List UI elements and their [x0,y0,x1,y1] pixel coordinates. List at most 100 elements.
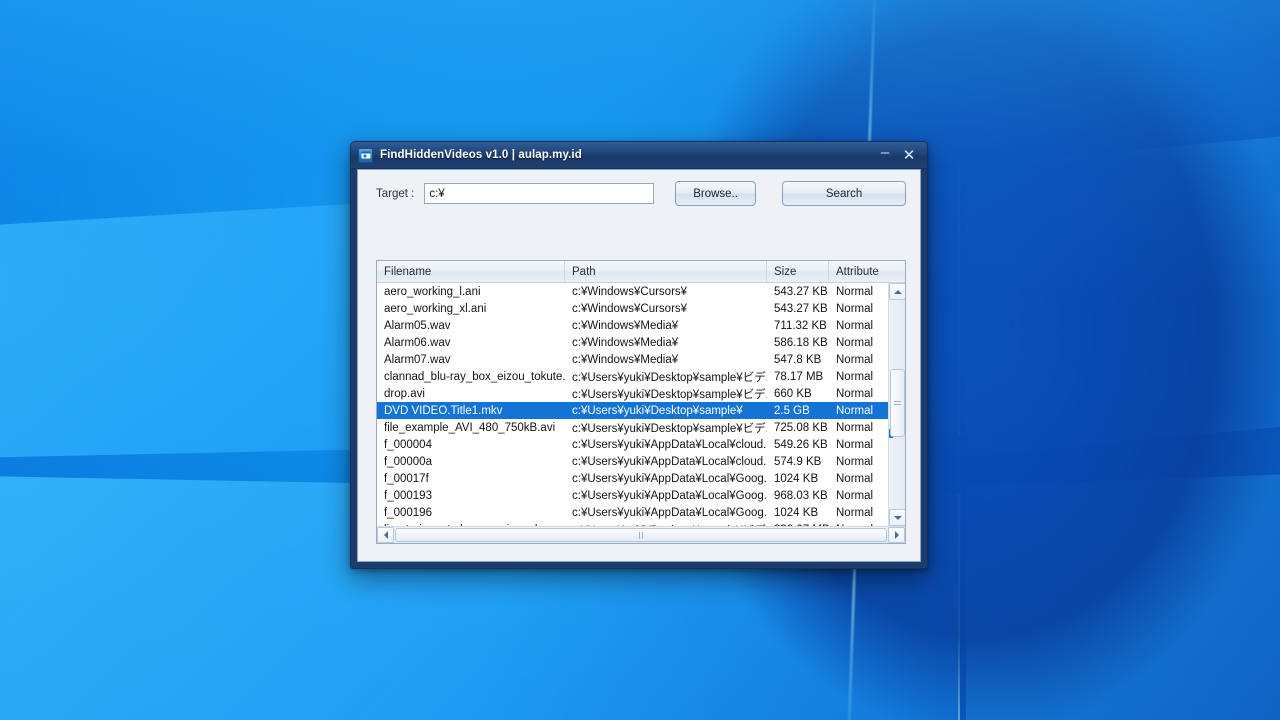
table-row[interactable]: f_000004 c:¥Users¥yuki¥AppData¥Local¥clou… [377,436,888,453]
cell-attribute: Normal [836,472,874,485]
cell-filename: aero_working_xl.ani [384,302,487,315]
cell-attribute: Normal [836,506,874,519]
window-title: FindHiddenVideos v1.0 | aulap.my.id [380,149,582,161]
listview-header: Filename Path Size Attribute [377,261,905,283]
table-row[interactable]: f_000196 c:¥Users¥yuki¥AppData¥Local¥Goog… [377,504,888,521]
column-header-path[interactable]: Path [565,261,767,282]
cell-path: c:¥Windows¥Cursors¥ [572,302,688,315]
column-header-filename[interactable]: Filename [377,261,565,282]
app-window-icon [358,147,373,163]
target-input[interactable] [424,183,654,204]
table-row[interactable]: drop.avi c:¥Users¥yuki¥Desktop¥sample¥ビデ.… [377,385,888,402]
cell-size: 543.27 KB [774,302,828,315]
scroll-down-arrow-icon[interactable] [889,509,905,526]
cell-path: c:¥Windows¥Media¥ [572,319,679,332]
table-row[interactable]: aero_working_l.ani c:¥Windows¥Cursors¥ 543… [377,283,888,300]
cell-attribute: Normal [836,353,874,366]
cell-attribute: Normal [836,387,874,400]
table-row[interactable]: f_00000a c:¥Users¥yuki¥AppData¥Local¥clou… [377,453,888,470]
desktop: FindHiddenVideos v1.0 | aulap.my.id – ✕ … [0,0,1280,720]
cell-filename: f_000196 [384,506,432,519]
horizontal-scrollbar-thumb[interactable] [395,528,887,542]
cell-size: 574.9 KB [774,455,822,468]
scrollbar-grip-icon [894,400,901,406]
table-row[interactable]: Alarm05.wav c:¥Windows¥Media¥ 711.32 KB Nor… [377,317,888,334]
table-row[interactable]: DVD VIDEO.Title1.mkv c:¥Users¥yuki¥Deskto… [377,402,888,419]
table-row[interactable]: aero_working_xl.ani c:¥Windows¥Cursors¥ 54… [377,300,888,317]
minimize-button[interactable]: – [874,145,896,165]
window-client-area: Target : Browse.. Search Filename Path S… [357,169,921,562]
cell-filename: file_example_AVI_480_750kB.avi [384,421,556,434]
cell-path: c:¥Windows¥Media¥ [572,353,679,366]
search-button[interactable]: Search [782,181,907,206]
scroll-left-arrow-icon[interactable] [377,527,394,543]
cell-path: c:¥Users¥yuki¥AppData¥Local¥Goog... [572,472,767,485]
cell-filename: f_000004 [384,438,432,451]
table-row[interactable]: Alarm06.wav c:¥Windows¥Media¥ 586.18 KB Nor… [377,334,888,351]
column-header-size[interactable]: Size [767,261,829,282]
cell-path: c:¥Users¥yuki¥AppData¥Local¥Goog... [572,506,767,519]
cell-attribute: Normal [836,438,874,451]
table-row[interactable]: f_00017f c:¥Users¥yuki¥AppData¥Local¥Goog… [377,470,888,487]
cell-path: c:¥Users¥yuki¥AppData¥Local¥cloud... [572,438,767,451]
cell-size: 1024 KB [774,472,819,485]
cell-filename: f_00017f [384,472,429,485]
target-label: Target : [376,187,415,200]
horizontal-scrollbar[interactable] [377,526,905,543]
cell-path: c:¥Users¥yuki¥Desktop¥sample¥ビデ... [572,388,767,401]
cell-attribute: Normal [836,421,874,434]
table-row[interactable]: Alarm07.wav c:¥Windows¥Media¥ 547.8 KB Norm… [377,351,888,368]
cell-size: 549.26 KB [774,438,828,451]
table-row[interactable]: clannad_blu-ray_box_eizou_tokute... c:¥Us… [377,368,888,385]
search-form: Target : Browse.. Search [358,170,920,217]
scroll-up-arrow-icon[interactable] [889,283,905,300]
cell-filename: drop.avi [384,387,425,400]
results-listview[interactable]: Filename Path Size Attribute aero_workin… [376,260,906,544]
cell-size: 968.03 KB [774,489,828,502]
scrollbar-grip-icon [638,531,644,539]
table-row[interactable]: f_000193 c:¥Users¥yuki¥AppData¥Local¥Goog… [377,487,888,504]
close-button[interactable]: ✕ [898,145,920,165]
browse-button[interactable]: Browse.. [674,181,757,206]
cell-attribute: Normal [836,455,874,468]
cell-attribute: Normal [836,489,874,502]
cell-filename: Alarm07.wav [384,353,451,366]
cell-size: 547.8 KB [774,353,822,366]
cell-attribute: Normal [836,404,874,417]
cell-filename: aero_working_l.ani [384,285,481,298]
cell-attribute: Normal [836,302,874,315]
cell-size: 725.08 KB [774,421,828,434]
vertical-scrollbar-thumb[interactable] [890,369,905,437]
cell-size: 78.17 MB [774,370,824,383]
cell-path: c:¥Users¥yuki¥Desktop¥sample¥ビデ... [572,371,767,384]
cell-attribute: Normal [836,336,874,349]
cell-path: c:¥Users¥yuki¥Desktop¥sample¥ビデ... [572,422,767,435]
cell-path: c:¥Windows¥Media¥ [572,336,679,349]
window-controls: – ✕ [874,145,923,165]
application-window: FindHiddenVideos v1.0 | aulap.my.id – ✕ … [350,141,928,569]
cell-attribute: Normal [836,370,874,383]
cell-attribute: Normal [836,319,874,332]
cell-size: 660 KB [774,387,812,400]
cell-size: 543.27 KB [774,285,828,298]
cell-filename: f_000193 [384,489,432,502]
cell-size: 2.5 GB [774,404,810,417]
vertical-scrollbar[interactable] [888,283,905,526]
cell-path: c:¥Windows¥Cursors¥ [572,285,688,298]
cell-filename: DVD VIDEO.Title1.mkv [384,404,503,417]
cell-filename: clannad_blu-ray_box_eizou_tokute... [384,370,565,383]
table-row[interactable]: file_example_AVI_480_750kB.avi c:¥Users¥y… [377,419,888,436]
column-header-attribute[interactable]: Attribute [829,261,904,282]
cell-path: c:¥Users¥yuki¥AppData¥Local¥Goog... [572,489,767,502]
cell-filename: Alarm05.wav [384,319,451,332]
scroll-right-arrow-icon[interactable] [888,527,905,543]
cell-size: 711.32 KB [774,319,827,332]
cell-size: 586.18 KB [774,336,828,349]
cell-filename: Alarm06.wav [384,336,451,349]
cell-attribute: Normal [836,285,874,298]
listview-rows: aero_working_l.ani c:¥Windows¥Cursors¥ 543… [377,283,888,526]
cell-filename: f_00000a [384,455,432,468]
cell-size: 1024 KB [774,506,819,519]
title-bar[interactable]: FindHiddenVideos v1.0 | aulap.my.id – ✕ [351,142,927,169]
cell-path: c:¥Users¥yuki¥AppData¥Local¥cloud... [572,455,767,468]
